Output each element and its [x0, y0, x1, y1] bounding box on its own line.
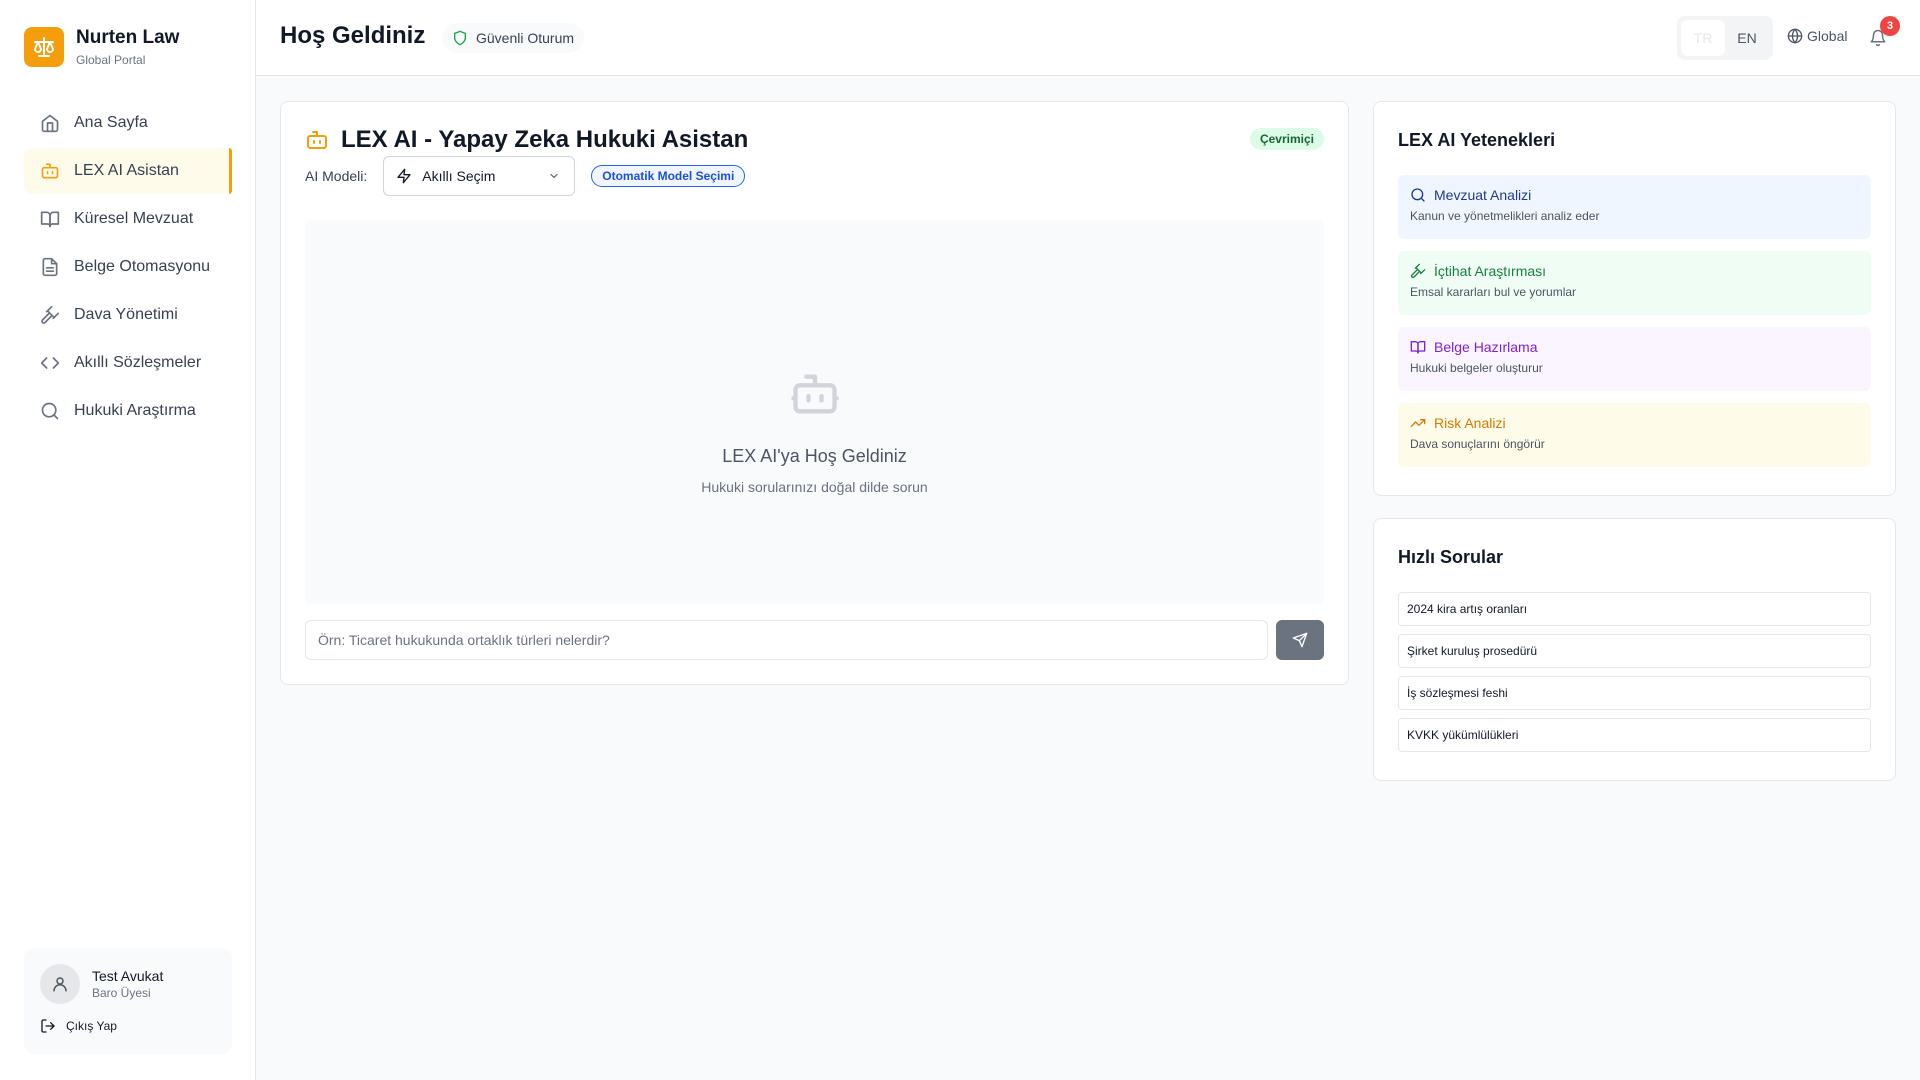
- quick-questions-panel: Hızlı Sorular 2024 kira artış oranları Ş…: [1373, 518, 1896, 781]
- capability-desc: Kanun ve yönetmelikleri analiz eder: [1410, 209, 1600, 223]
- brand[interactable]: Nurten Law Global Portal: [24, 26, 179, 68]
- online-status-badge: Çevrimiçi: [1249, 128, 1324, 150]
- search-icon: [40, 401, 60, 421]
- quick-questions-title: Hızlı Sorular: [1398, 547, 1504, 567]
- send-icon: [1292, 632, 1308, 648]
- capability-item: Risk Analizi Dava sonuçlarını öngörür: [1398, 403, 1871, 467]
- capability-item: Belge Hazırlama Hukuki belgeler oluşturu…: [1398, 327, 1871, 391]
- code-icon: [40, 353, 60, 373]
- capabilities-panel: LEX AI Yetenekleri Mevzuat Analizi Kanun…: [1373, 101, 1896, 496]
- avatar[interactable]: [40, 964, 80, 1004]
- page-title: Hoş Geldiniz: [280, 22, 426, 49]
- gavel-icon: [1410, 263, 1426, 279]
- user-role: Baro Üyesi: [92, 986, 151, 1000]
- sidebar-item-label: Küresel Mevzuat: [74, 210, 194, 227]
- book-icon: [1410, 341, 1426, 354]
- send-button[interactable]: [1276, 620, 1324, 660]
- gavel-icon: [40, 305, 60, 325]
- sidebar-item-label: LEX AI Asistan: [74, 162, 179, 179]
- global-button[interactable]: Global: [1787, 28, 1847, 44]
- sidebar-item-document-automation[interactable]: Belge Otomasyonu: [24, 244, 232, 290]
- sidebar-item-legal-research[interactable]: Hukuki Araştırma: [24, 388, 232, 434]
- sidebar-item-home[interactable]: Ana Sayfa: [24, 100, 232, 146]
- quick-question-button[interactable]: Şirket kuruluş prosedürü: [1398, 634, 1871, 668]
- notifications-button[interactable]: 3: [1866, 16, 1900, 50]
- secure-session-badge: Güvenli Oturum: [442, 23, 585, 53]
- quick-question-button[interactable]: İş sözleşmesi feshi: [1398, 676, 1871, 710]
- brand-name: Nurten Law: [76, 27, 180, 48]
- capability-title: İçtihat Araştırması: [1434, 263, 1547, 279]
- bot-icon: [307, 131, 327, 149]
- search-icon: [1411, 188, 1425, 202]
- sidebar-item-label: Akıllı Sözleşmeler: [74, 354, 202, 371]
- sidebar-item-smart-contracts[interactable]: Akıllı Sözleşmeler: [24, 340, 232, 386]
- global-label: Global: [1807, 28, 1848, 44]
- language-en-button[interactable]: EN: [1725, 20, 1769, 56]
- auto-model-badge: Otomatik Model Seçimi: [591, 165, 746, 187]
- capability-item: İçtihat Araştırması Emsal kararları bul …: [1398, 251, 1871, 315]
- book-icon: [40, 209, 60, 229]
- logout-icon: [41, 1019, 55, 1033]
- capability-title: Risk Analizi: [1434, 415, 1506, 431]
- capability-desc: Emsal kararları bul ve yorumlar: [1410, 285, 1577, 299]
- capability-title: Belge Hazırlama: [1434, 339, 1538, 355]
- chevron-down-icon: [550, 173, 558, 179]
- empty-state-subtitle: Hukuki sorularınızı doğal dilde sorun: [701, 479, 928, 495]
- secure-session-label: Güvenli Oturum: [476, 30, 575, 46]
- user-icon: [53, 977, 67, 992]
- top-header: Hoş Geldiniz Güvenli Oturum TR EN Global…: [256, 0, 1920, 76]
- sidebar-item-label: Belge Otomasyonu: [74, 258, 211, 275]
- model-label: AI Modeli:: [305, 168, 368, 184]
- logout-label: Çıkış Yap: [66, 1019, 117, 1033]
- capability-title: Mevzuat Analizi: [1434, 187, 1532, 203]
- capabilities-title: LEX AI Yetenekleri: [1398, 130, 1556, 150]
- user-name: Test Avukat: [92, 968, 164, 984]
- capability-desc: Hukuki belgeler oluşturur: [1410, 361, 1543, 375]
- notification-count-badge: 3: [1880, 16, 1900, 36]
- lex-ai-chat-panel: LEX AI - Yapay Zeka Hukuki Asistan Çevri…: [280, 101, 1349, 685]
- language-tr-button[interactable]: TR: [1681, 20, 1725, 56]
- model-select-value: Akıllı Seçim: [422, 168, 496, 184]
- file-icon: [40, 257, 60, 277]
- sidebar-item-label: Dava Yönetimi: [74, 306, 178, 323]
- sidebar-item-label: Hukuki Araştırma: [74, 402, 196, 419]
- bot-icon: [305, 368, 1324, 420]
- trending-up-icon: [1410, 419, 1426, 427]
- quick-question-button[interactable]: 2024 kira artış oranları: [1398, 592, 1871, 626]
- chat-messages-area: LEX AI'ya Hoş Geldiniz Hukuki sorularını…: [305, 220, 1324, 604]
- zap-icon: [397, 168, 411, 184]
- shield-icon: [454, 30, 466, 46]
- chat-input[interactable]: [305, 620, 1268, 660]
- logout-button[interactable]: Çıkış Yap: [40, 1018, 216, 1034]
- user-card: Test Avukat Baro Üyesi Çıkış Yap: [24, 948, 232, 1054]
- empty-state-title: LEX AI'ya Hoş Geldiniz: [722, 446, 907, 466]
- sidebar-item-global-legislation[interactable]: Küresel Mevzuat: [24, 196, 232, 242]
- sidebar-item-label: Ana Sayfa: [74, 114, 148, 131]
- sidebar: Nurten Law Global Portal Ana Sayfa LEX A…: [0, 0, 256, 1080]
- sidebar-item-lex-ai[interactable]: LEX AI Asistan: [24, 148, 232, 194]
- empty-state: LEX AI'ya Hoş Geldiniz Hukuki sorularını…: [305, 368, 1324, 495]
- scale-icon: [24, 27, 64, 67]
- sidebar-nav: Ana Sayfa LEX AI Asistan Küresel Mevzuat…: [24, 100, 232, 436]
- capability-item: Mevzuat Analizi Kanun ve yönetmelikleri …: [1398, 175, 1871, 239]
- brand-subtitle: Global Portal: [76, 53, 146, 67]
- quick-question-button[interactable]: KVKK yükümlülükleri: [1398, 718, 1871, 752]
- sidebar-item-case-management[interactable]: Dava Yönetimi: [24, 292, 232, 338]
- language-toggle: TR EN: [1677, 16, 1773, 60]
- globe-icon: [1787, 28, 1803, 44]
- capability-desc: Dava sonuçlarını öngörür: [1410, 437, 1545, 451]
- home-icon: [40, 113, 60, 133]
- bot-icon: [40, 161, 60, 181]
- chat-title: LEX AI - Yapay Zeka Hukuki Asistan: [341, 126, 749, 153]
- model-select[interactable]: Akıllı Seçim: [383, 156, 576, 196]
